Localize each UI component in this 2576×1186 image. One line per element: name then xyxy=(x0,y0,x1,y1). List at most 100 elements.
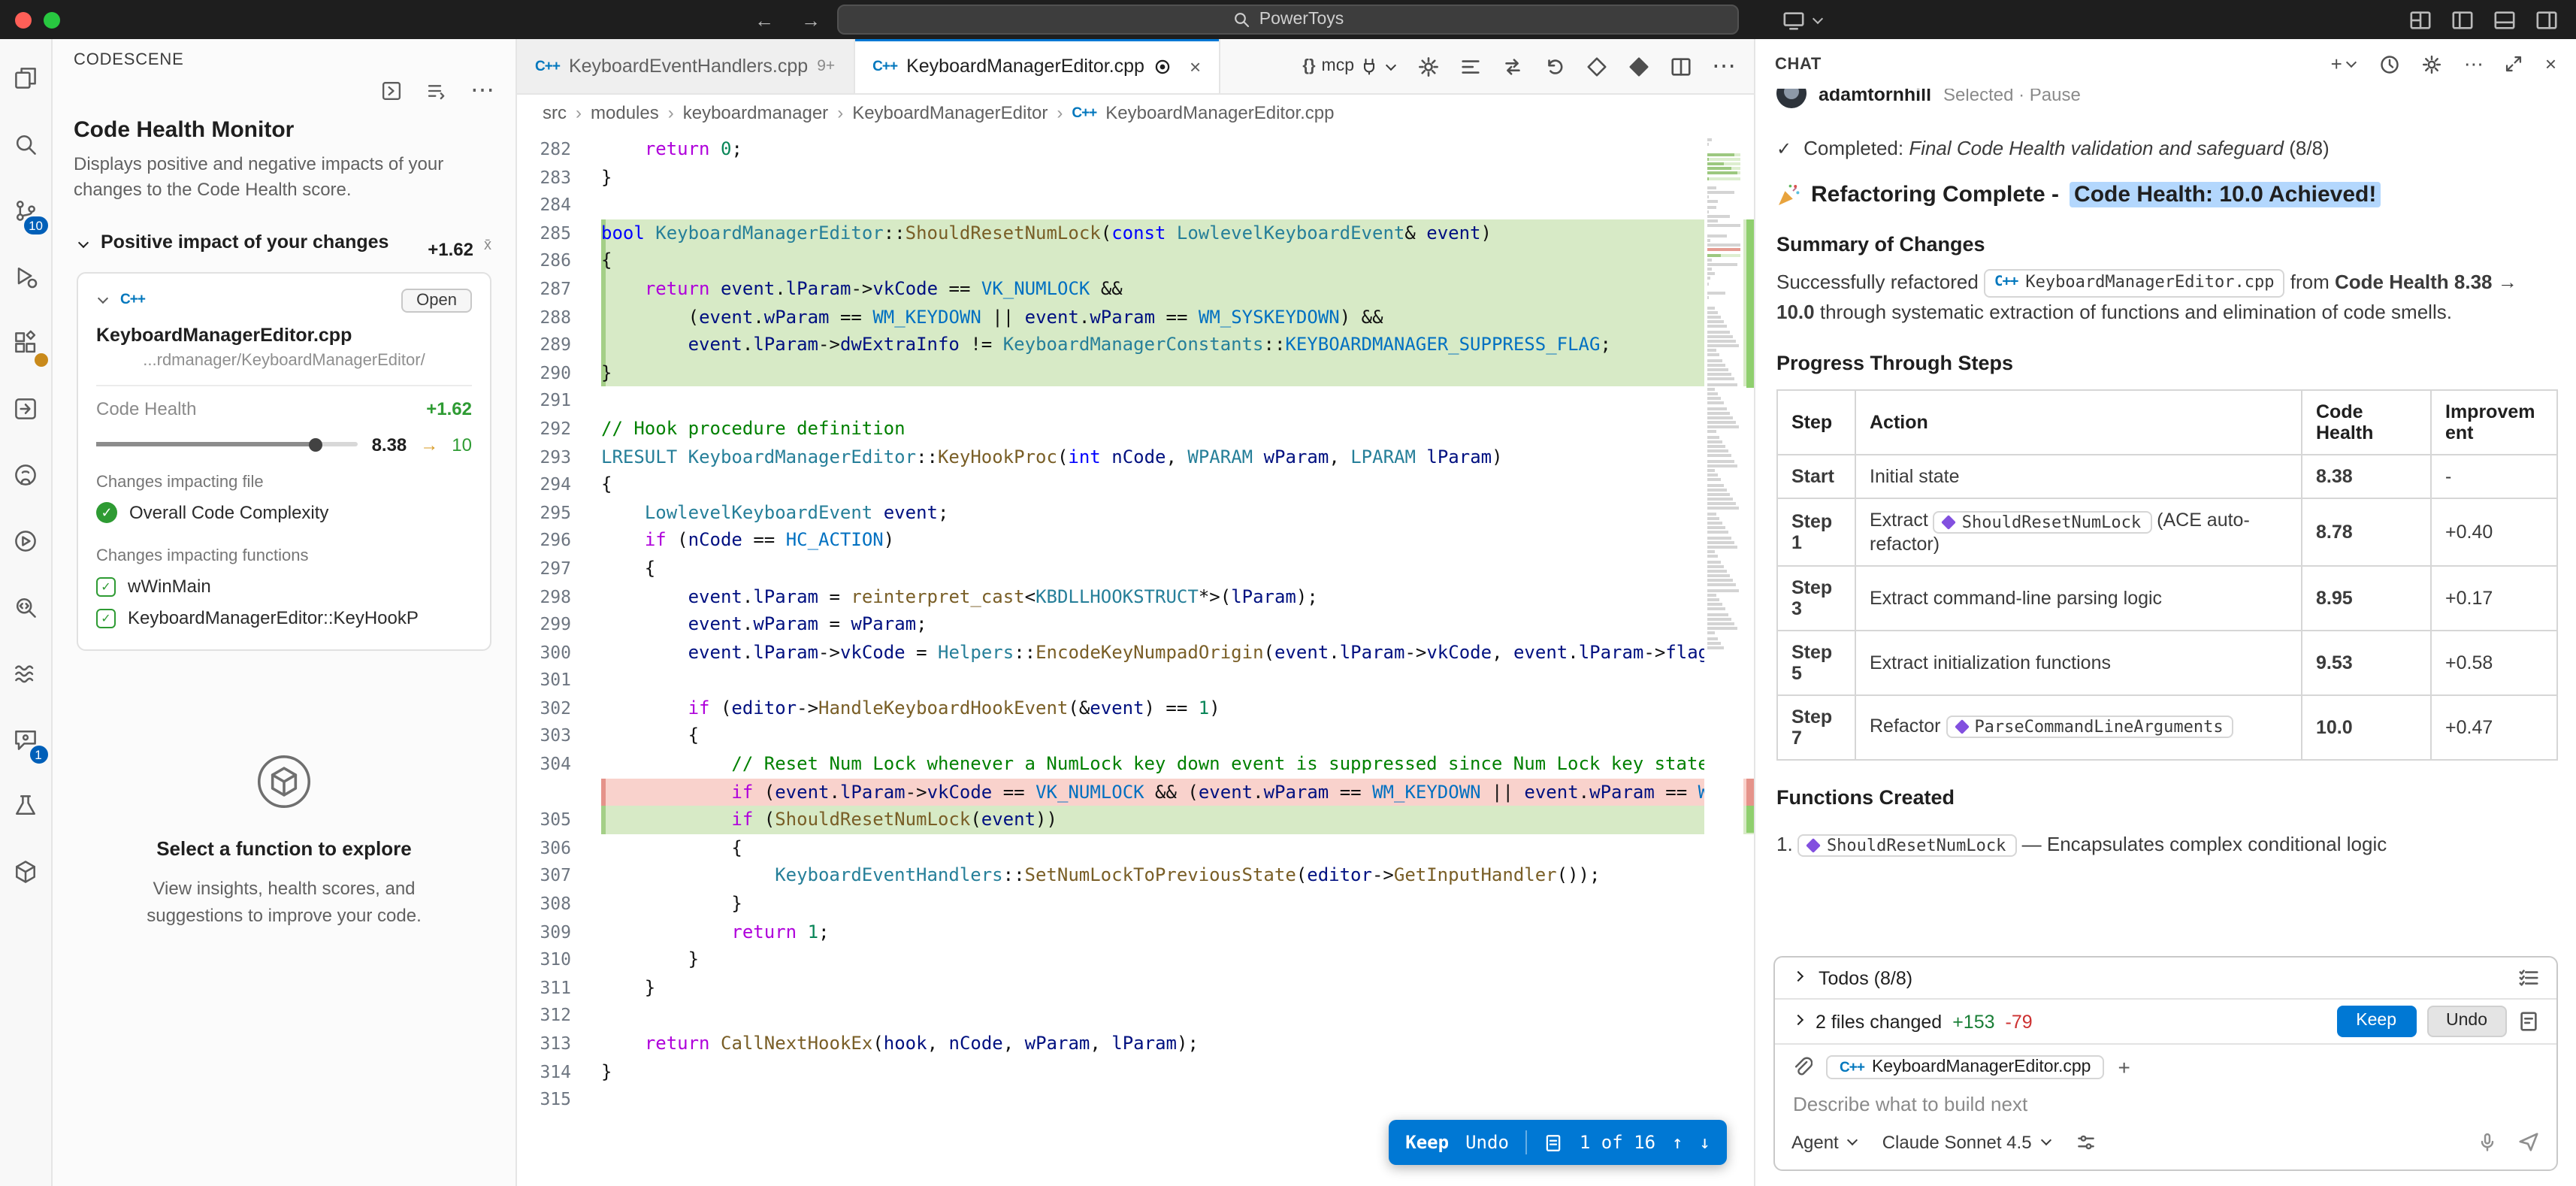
breadcrumb-item[interactable]: KeyboardManagerEditor xyxy=(852,102,1048,123)
code-line[interactable]: 291 xyxy=(517,387,1754,415)
symbol-chip[interactable]: ShouldResetNumLock xyxy=(1798,834,2016,856)
share-window-button[interactable] xyxy=(1782,0,1825,39)
panel-left-icon[interactable] xyxy=(2451,8,2474,31)
code-line[interactable]: 313 return CallNextHookEx(hook, nCode, w… xyxy=(517,1030,1754,1057)
code-line[interactable]: 293LRESULT KeyboardManagerEditor::KeyHoo… xyxy=(517,443,1754,470)
code-line[interactable]: 312 xyxy=(517,1002,1754,1030)
next-change-icon[interactable] xyxy=(1628,55,1650,77)
activity-explorer[interactable] xyxy=(0,45,52,111)
activity-refactor-tool[interactable] xyxy=(0,376,52,442)
open-in-editor-icon[interactable] xyxy=(380,79,403,101)
zoom-window-button[interactable] xyxy=(44,12,60,29)
positive-impact-section[interactable]: Positive impact of your changes +1.62 x̄ xyxy=(77,229,491,259)
checklist-icon[interactable] xyxy=(2517,967,2540,989)
activity-github[interactable] xyxy=(0,442,52,508)
health-knob[interactable] xyxy=(310,437,323,451)
tab-keyboardeventhandlers[interactable]: C++ KeyboardEventHandlers.cpp 9+ xyxy=(517,39,854,93)
close-tab-icon[interactable]: × xyxy=(1190,55,1201,77)
keep-button[interactable]: Keep xyxy=(1405,1132,1449,1153)
code-line[interactable]: 287 return event.lParam->vkCode == VK_NU… xyxy=(517,275,1754,303)
code-line[interactable]: 286{ xyxy=(517,247,1754,275)
layout-icon[interactable] xyxy=(2409,8,2432,31)
code-line[interactable]: if (event.lParam->vkCode == VK_NUMLOCK &… xyxy=(517,778,1754,806)
code-line[interactable]: 308 } xyxy=(517,890,1754,918)
send-icon[interactable] xyxy=(2517,1130,2540,1153)
mcp-tools-chip[interactable]: {} mcp xyxy=(1302,57,1398,75)
collapse-all-icon[interactable] xyxy=(425,79,448,101)
change-item[interactable]: ✓wWinMain xyxy=(96,570,472,602)
code-line[interactable]: 311 } xyxy=(517,974,1754,1002)
more-actions-icon[interactable]: ⋯ xyxy=(1712,51,1736,81)
activity-waves[interactable] xyxy=(0,640,52,706)
panel-right-icon[interactable] xyxy=(2535,8,2558,31)
code-editor[interactable]: 282 return 0;283}284285bool KeyboardMana… xyxy=(517,131,1754,1186)
activity-source-control[interactable]: 10 xyxy=(0,177,52,244)
activity-run-circle[interactable] xyxy=(0,508,52,574)
activity-extensions[interactable] xyxy=(0,310,52,376)
run-tasks-icon[interactable] xyxy=(1459,55,1482,77)
code-line[interactable]: 302 if (editor->HandleKeyboardHookEvent(… xyxy=(517,694,1754,722)
code-line[interactable]: 306 { xyxy=(517,834,1754,862)
todos-row[interactable]: Todos (8/8) xyxy=(1775,958,2556,1000)
activity-package[interactable] xyxy=(0,839,52,905)
voice-input-icon[interactable] xyxy=(2477,1131,2498,1152)
compare-changes-icon[interactable] xyxy=(1501,55,1524,77)
breadcrumb-item[interactable]: KeyboardManagerEditor.cpp xyxy=(1105,102,1334,123)
gear-icon[interactable] xyxy=(1417,55,1440,77)
view-diff-icon[interactable] xyxy=(2517,1010,2540,1033)
tab-keyboardmanagereditor[interactable]: C++ KeyboardManagerEditor.cpp × xyxy=(854,39,1220,93)
code-line[interactable]: 285bool KeyboardManagerEditor::ShouldRes… xyxy=(517,219,1754,247)
code-line[interactable]: 314} xyxy=(517,1057,1754,1085)
code-line[interactable]: 283} xyxy=(517,163,1754,191)
code-line[interactable]: 295 LowlevelKeyboardEvent event; xyxy=(517,498,1754,526)
chevron-down-icon[interactable] xyxy=(98,293,108,304)
code-line[interactable]: 292// Hook procedure definition xyxy=(517,415,1754,443)
gear-icon[interactable] xyxy=(2422,53,2443,74)
minimap[interactable] xyxy=(1704,135,1743,1186)
file-reference-chip[interactable]: C++KeyboardManagerEditor.cpp xyxy=(1984,270,2285,298)
files-changed-row[interactable]: 2 files changed +153 -79 Keep Undo xyxy=(1775,1000,2556,1045)
model-picker[interactable]: Claude Sonnet 4.5 xyxy=(1882,1131,2053,1152)
change-item[interactable]: ✓Overall Code Complexity xyxy=(96,497,472,528)
split-editor-icon[interactable] xyxy=(1670,55,1692,77)
history-icon[interactable] xyxy=(2380,53,2401,74)
symbol-chip[interactable]: ParseCommandLineArguments xyxy=(1946,716,2233,738)
chat-prompt-input[interactable] xyxy=(1775,1090,2556,1121)
add-context-icon[interactable]: + xyxy=(2118,1055,2130,1079)
paperclip-icon[interactable] xyxy=(1791,1057,1813,1078)
health-track[interactable] xyxy=(96,442,358,446)
symbol-chip[interactable]: ShouldResetNumLock xyxy=(1934,510,2151,533)
more-actions-icon[interactable]: ⋯ xyxy=(2464,52,2484,76)
code-line[interactable]: 303 { xyxy=(517,722,1754,750)
code-line[interactable]: 297 { xyxy=(517,555,1754,582)
activity-beaker[interactable] xyxy=(0,773,52,839)
code-line[interactable]: 299 event.wParam = wParam; xyxy=(517,610,1754,638)
close-icon[interactable]: × xyxy=(2545,53,2556,75)
panel-bottom-icon[interactable] xyxy=(2493,8,2516,31)
code-line[interactable]: 300 event.lParam->vkCode = Helpers::Enco… xyxy=(517,638,1754,666)
code-line[interactable]: 301 xyxy=(517,667,1754,694)
file-diff-icon[interactable] xyxy=(1543,1133,1563,1152)
open-file-button[interactable]: Open xyxy=(401,288,472,312)
previous-change-arrow-icon[interactable]: ↑ xyxy=(1672,1132,1683,1153)
attached-file-chip[interactable]: C++ KeyboardManagerEditor.cpp xyxy=(1826,1055,2104,1079)
code-line[interactable]: 294{ xyxy=(517,470,1754,498)
code-line[interactable]: 307 KeyboardEventHandlers::SetNumLockToP… xyxy=(517,862,1754,890)
activity-search[interactable] xyxy=(0,111,52,177)
breadcrumb-item[interactable]: modules xyxy=(591,102,659,123)
code-line[interactable]: 305 if (ShouldResetNumLock(event)) xyxy=(517,806,1754,834)
undo-all-button[interactable]: Undo xyxy=(2426,1005,2507,1038)
activity-run-debug[interactable] xyxy=(0,244,52,310)
code-line[interactable]: 309 return 1; xyxy=(517,918,1754,945)
code-line[interactable]: 288 (event.wParam == WM_KEYDOWN || event… xyxy=(517,303,1754,331)
next-change-arrow-icon[interactable]: ↓ xyxy=(1700,1132,1710,1153)
code-line[interactable]: 289 event.lParam->dwExtraInfo != Keyboar… xyxy=(517,331,1754,359)
breadcrumb-item[interactable]: src xyxy=(543,102,567,123)
undo-button[interactable]: Undo xyxy=(1465,1132,1509,1153)
keep-all-button[interactable]: Keep xyxy=(2336,1005,2416,1038)
tools-icon[interactable] xyxy=(2076,1131,2097,1152)
activity-code-search[interactable] xyxy=(0,574,52,640)
code-line[interactable]: 282 return 0; xyxy=(517,135,1754,163)
code-line[interactable]: 304 // Reset Num Lock whenever a NumLock… xyxy=(517,750,1754,778)
new-chat-button[interactable]: + xyxy=(2331,53,2359,75)
